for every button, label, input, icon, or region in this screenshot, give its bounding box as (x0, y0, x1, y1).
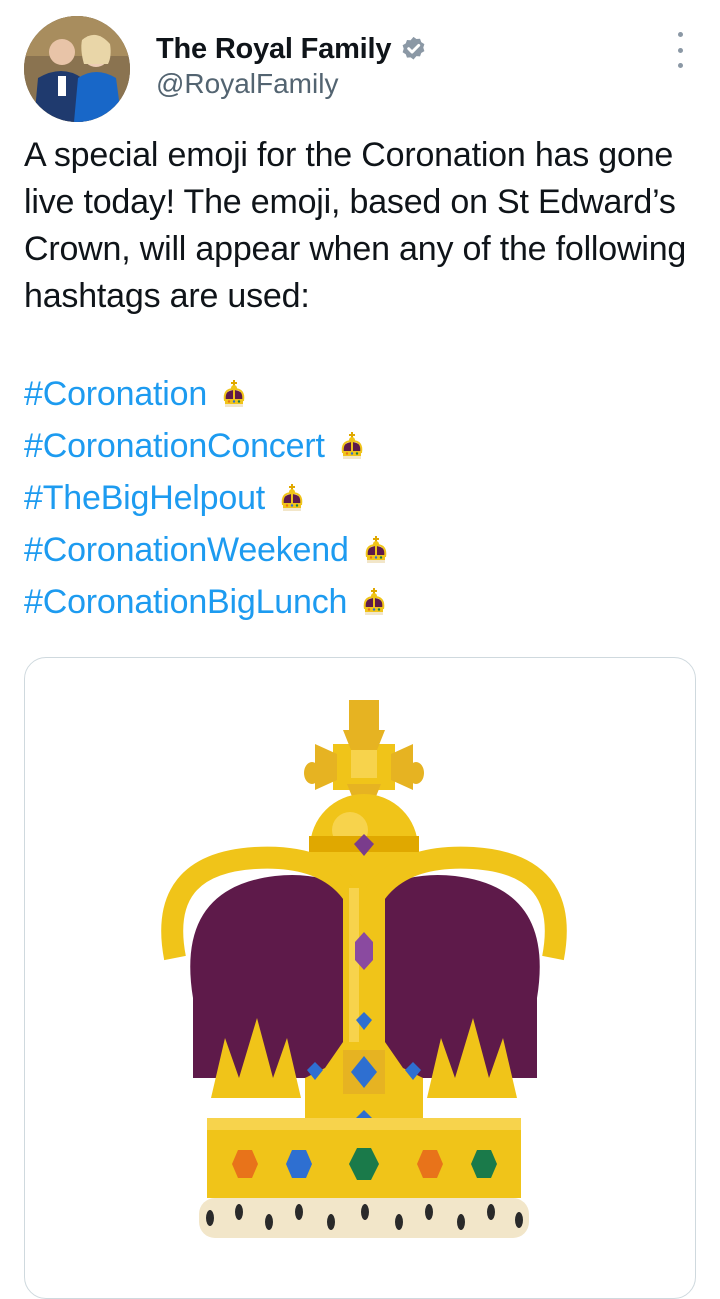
author-handle[interactable]: @RoyalFamily (156, 68, 428, 100)
hashtag-item[interactable]: #CoronationBigLunch (24, 576, 391, 628)
crown-emoji-icon (365, 535, 386, 564)
hashtag-item[interactable]: #TheBigHelpout (24, 472, 391, 524)
author-display-name[interactable]: The Royal Family (156, 33, 392, 66)
crown-emoji-icon (223, 379, 245, 408)
crown-emoji-icon (363, 587, 385, 616)
tweet-text: A special emoji for the Coronation has g… (24, 136, 687, 315)
author-avatar[interactable] (24, 16, 130, 122)
hashtag-link[interactable]: #CoronationWeekend (24, 531, 349, 570)
crown-icon (161, 700, 567, 1238)
tweet-media-image[interactable] (24, 657, 696, 1299)
verified-badge-icon (399, 35, 428, 64)
tweet-header: The Royal Family @RoyalFamily (0, 0, 720, 130)
hashtag-link[interactable]: #Coronation (24, 375, 207, 414)
crown-emoji-icon (281, 483, 303, 512)
hashtag-item[interactable]: #CoronationWeekend (24, 524, 391, 576)
hashtag-item[interactable]: #CoronationConcert (24, 420, 391, 472)
hashtag-item[interactable]: #Coronation (24, 368, 391, 420)
author-info: The Royal Family @RoyalFamily (156, 30, 428, 100)
hashtag-link[interactable]: #CoronationConcert (24, 427, 325, 466)
more-options-icon[interactable] (666, 32, 694, 68)
crown-emoji-icon (341, 431, 363, 460)
hashtag-link[interactable]: #TheBigHelpout (24, 479, 265, 518)
hashtag-link[interactable]: #CoronationBigLunch (24, 583, 347, 622)
hashtag-list: #Coronation #CoronationConcert #TheBigHe… (24, 368, 391, 628)
